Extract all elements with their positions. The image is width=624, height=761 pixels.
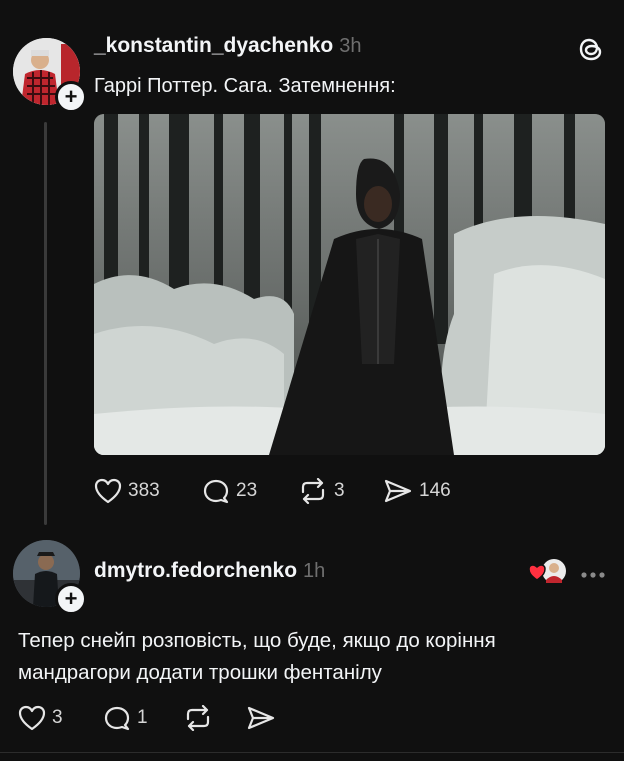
reply-repost-button[interactable]: [183, 705, 213, 731]
reply-button[interactable]: 23: [202, 478, 257, 504]
reply-count: 23: [236, 480, 258, 501]
reply-like-button[interactable]: 3: [18, 705, 63, 731]
share-count: 146: [419, 480, 451, 501]
author-username[interactable]: _konstantin_dyachenko: [94, 34, 333, 57]
reply-comment-count: 1: [137, 707, 148, 728]
share-icon: [247, 706, 275, 730]
threads-logo-icon[interactable]: [577, 35, 605, 68]
divider: [0, 752, 624, 753]
post-image[interactable]: [94, 114, 605, 455]
thread-line: [44, 122, 47, 525]
reply-username[interactable]: dmytro.fedorchenko: [94, 559, 297, 582]
share-button[interactable]: 146: [383, 478, 451, 504]
share-icon: [384, 479, 412, 503]
reply-text: Тепер снейп розповість, що буде, якщо до…: [18, 625, 496, 689]
post-text: Гаррі Поттер. Сага. Затемнення:: [94, 75, 396, 97]
repost-count: 3: [334, 480, 345, 501]
repost-icon: [186, 705, 210, 731]
plus-icon: +: [64, 586, 78, 611]
reply-header: dmytro.fedorchenko 1h: [94, 559, 325, 583]
reply-comment-button[interactable]: 1: [103, 705, 148, 731]
like-button[interactable]: 383: [94, 478, 160, 504]
plus-icon: +: [64, 84, 78, 109]
reply-like-count: 3: [52, 707, 63, 728]
post-time: 3h: [339, 35, 362, 57]
reply-time: 1h: [303, 560, 326, 582]
repost-button[interactable]: 3: [298, 478, 345, 504]
follow-button[interactable]: +: [55, 583, 87, 615]
heart-icon: [94, 478, 122, 504]
heart-icon: [18, 705, 46, 731]
comment-icon: [203, 479, 229, 504]
comment-icon: [104, 706, 130, 731]
reply-share-button[interactable]: [246, 705, 276, 731]
more-icon[interactable]: [580, 566, 606, 584]
post-header: _konstantin_dyachenko 3h: [94, 34, 361, 58]
follow-button[interactable]: +: [55, 81, 87, 113]
reply-text-line: мандрагори додати трошки фентанілу: [18, 661, 382, 684]
like-count: 383: [128, 480, 160, 501]
liked-avatar-icon: [528, 558, 568, 586]
reply-text-line: Тепер снейп розповість, що буде, якщо до…: [18, 629, 496, 652]
repost-icon: [301, 478, 325, 504]
